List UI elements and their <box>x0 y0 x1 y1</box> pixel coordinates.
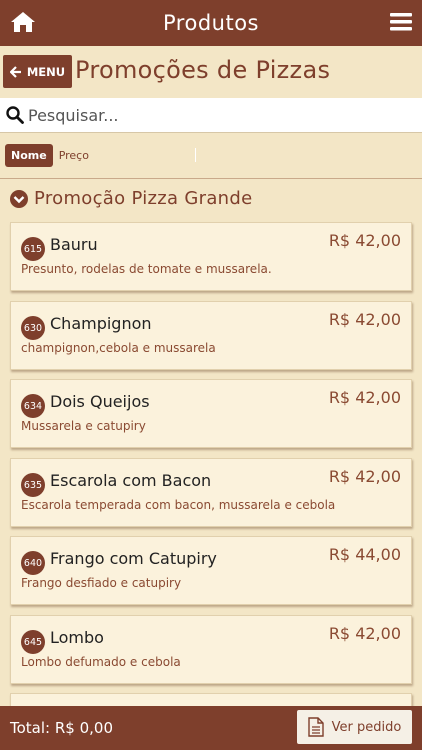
view-order-label: Ver pedido <box>331 719 402 735</box>
product-price: R$ 42,00 <box>328 231 401 250</box>
product-price: R$ 44,00 <box>328 545 401 564</box>
product-code-badge: 630 <box>21 316 45 340</box>
product-name: Dois Queijos <box>50 392 150 411</box>
product-card[interactable]: 630 Champignon R$ 42,00 champignon,cebol… <box>10 301 412 370</box>
product-code-badge: 645 <box>21 630 45 654</box>
chevron-down-circle-icon <box>10 189 28 208</box>
search-bar <box>0 98 422 133</box>
home-icon[interactable] <box>10 10 36 34</box>
group-label: Promoção Pizza Grande <box>34 188 253 209</box>
order-total: Total: R$ 0,00 <box>10 719 113 737</box>
product-card[interactable]: 645 Lombo R$ 42,00 Lombo defumado e cebo… <box>10 615 412 684</box>
product-name: Escarola com Bacon <box>50 471 212 490</box>
product-name: Bauru <box>50 235 98 254</box>
product-price: R$ 42,00 <box>328 467 401 486</box>
bottom-bar: Total: R$ 0,00 Ver pedido <box>0 706 422 750</box>
product-description: Escarola temperada com bacon, mussarela … <box>21 498 336 512</box>
document-icon <box>307 717 324 737</box>
sort-by-price-button[interactable]: Preço <box>59 149 89 162</box>
product-code-badge: 635 <box>21 473 45 497</box>
product-price: R$ 42,00 <box>328 624 401 643</box>
group-header[interactable]: Promoção Pizza Grande <box>10 188 252 209</box>
top-bar: Produtos <box>0 0 422 46</box>
product-name: Frango com Catupiry <box>50 549 217 568</box>
hamburger-icon[interactable] <box>390 12 412 32</box>
product-description: Lombo defumado e cebola <box>21 655 181 669</box>
search-icon <box>6 106 24 124</box>
view-order-button[interactable]: Ver pedido <box>297 710 412 744</box>
product-description: Frango desfiado e catupiry <box>21 576 182 590</box>
product-card[interactable]: 635 Escarola com Bacon R$ 42,00 Escarola… <box>10 458 412 527</box>
divider <box>0 178 422 179</box>
sort-bar: Nome Preço <box>0 140 422 170</box>
product-description: Presunto, rodelas de tomate e mussarela. <box>21 262 272 276</box>
product-description: Mussarela e catupiry <box>21 419 146 433</box>
back-menu-label: MENU <box>26 64 66 79</box>
product-code-badge: 615 <box>21 237 45 261</box>
product-code-badge: 640 <box>21 551 45 575</box>
product-price: R$ 42,00 <box>328 310 401 329</box>
product-price: R$ 42,00 <box>328 388 401 407</box>
page-title: Produtos <box>163 11 259 35</box>
product-name: Champignon <box>50 314 152 333</box>
back-menu-button[interactable]: MENU <box>3 55 72 88</box>
product-card[interactable]: 634 Dois Queijos R$ 42,00 Mussarela e ca… <box>10 379 412 448</box>
product-description: champignon,cebola e mussarela <box>21 341 216 355</box>
product-code-badge: 634 <box>21 394 45 418</box>
product-name: Lombo <box>50 628 104 647</box>
search-input[interactable] <box>28 105 408 125</box>
sort-separator <box>195 148 196 162</box>
sort-by-name-button[interactable]: Nome <box>5 143 53 167</box>
arrow-left-icon <box>9 65 21 78</box>
section-header: MENU Promoções de Pizzas <box>0 46 422 98</box>
section-title: Promoções de Pizzas <box>75 56 331 84</box>
product-card[interactable]: 640 Frango com Catupiry R$ 44,00 Frango … <box>10 536 412 605</box>
product-card[interactable]: 615 Bauru R$ 42,00 Presunto, rodelas de … <box>10 222 412 291</box>
